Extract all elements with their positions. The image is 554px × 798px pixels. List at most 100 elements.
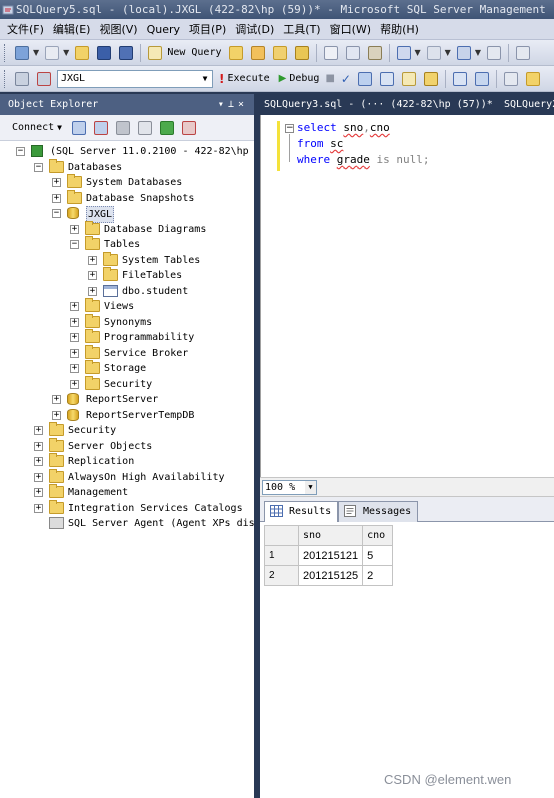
- tree-node[interactable]: + Database Diagrams: [0, 220, 254, 238]
- results-to-text-icon[interactable]: [502, 70, 520, 88]
- expand-icon[interactable]: +: [88, 286, 97, 296]
- close-icon[interactable]: ×: [238, 99, 248, 110]
- code-line[interactable]: from sc: [297, 136, 343, 152]
- expand-icon[interactable]: +: [52, 178, 61, 187]
- find-icon[interactable]: [485, 44, 503, 62]
- row-number-cell[interactable]: 2: [264, 565, 299, 586]
- available-databases-select[interactable]: JXGL ▼: [57, 69, 213, 88]
- column-header-cno[interactable]: cno: [362, 525, 394, 546]
- expand-icon[interactable]: +: [34, 441, 43, 451]
- menu-item[interactable]: 调试(D): [232, 21, 280, 37]
- tree-node[interactable]: + FileTables: [0, 267, 254, 284]
- cell-cno[interactable]: 5: [362, 545, 394, 566]
- expand-icon[interactable]: +: [70, 224, 79, 234]
- tree-node[interactable]: + Security: [0, 422, 254, 439]
- open-file-icon[interactable]: [73, 44, 91, 62]
- chevron-down-icon[interactable]: ▼: [475, 48, 481, 57]
- refresh-icon[interactable]: [158, 119, 176, 137]
- chevron-down-icon[interactable]: ▼: [198, 71, 212, 87]
- row-number-cell[interactable]: 1: [264, 545, 299, 566]
- pin-icon[interactable]: ⊥: [228, 99, 238, 110]
- menu-item[interactable]: 工具(T): [280, 21, 326, 37]
- expand-icon[interactable]: +: [88, 271, 97, 280]
- tree-node[interactable]: + AlwaysOn High Availability: [0, 468, 254, 486]
- paste-icon[interactable]: [366, 44, 384, 62]
- chevron-down-icon[interactable]: ▼: [305, 481, 316, 494]
- tree-node[interactable]: − Databases: [0, 158, 254, 176]
- activity-monitor-icon[interactable]: [180, 119, 198, 137]
- debug-button[interactable]: Debug: [289, 73, 319, 84]
- database-engine-query-icon[interactable]: [227, 44, 245, 62]
- connect-object-explorer-icon[interactable]: [70, 119, 88, 137]
- tab-sqlquery3[interactable]: SQLQuery3.sql - (··· (422-82\hp (57))*: [264, 94, 493, 115]
- tree-node[interactable]: + ReportServerTempDB: [0, 408, 254, 424]
- connect-dropdown-button[interactable]: Connect: [12, 122, 54, 133]
- expand-icon[interactable]: +: [88, 255, 97, 265]
- menu-item[interactable]: 项目(P): [186, 21, 232, 37]
- tree-node[interactable]: + ReportServer: [0, 392, 254, 408]
- collapse-icon[interactable]: −: [285, 124, 294, 133]
- tree-node[interactable]: − JXGL: [0, 206, 254, 223]
- intellisense-icon[interactable]: [422, 70, 440, 88]
- cell-cno[interactable]: 2: [362, 565, 394, 586]
- collapse-icon[interactable]: −: [34, 162, 43, 172]
- tree-node[interactable]: SQL Server Agent (Agent XPs dis: [0, 516, 255, 532]
- mdx-query-icon[interactable]: [271, 44, 289, 62]
- expand-icon[interactable]: +: [34, 503, 43, 513]
- menu-item[interactable]: 窗口(W): [327, 21, 377, 37]
- new-query-icon[interactable]: [146, 44, 164, 62]
- expand-icon[interactable]: +: [70, 333, 79, 342]
- collapse-icon[interactable]: −: [16, 147, 25, 156]
- undo-icon[interactable]: [395, 44, 413, 62]
- column-header-sno[interactable]: sno: [297, 525, 364, 546]
- stop-icon[interactable]: [114, 119, 132, 137]
- expand-icon[interactable]: +: [70, 348, 79, 358]
- toolbar-grip[interactable]: [4, 43, 7, 62]
- disconnect-object-explorer-icon[interactable]: [92, 119, 110, 137]
- results-to-grid-icon[interactable]: [524, 70, 542, 88]
- expand-icon[interactable]: +: [70, 364, 79, 373]
- filter-icon[interactable]: [136, 119, 154, 137]
- tree-node[interactable]: + Service Broker: [0, 344, 254, 362]
- tree-node[interactable]: + Integration Services Catalogs: [0, 499, 254, 517]
- table-row[interactable]: 1 201215121 5: [264, 545, 394, 566]
- results-grid[interactable]: sno cno 1 201215121 5 2 201215125 2: [264, 525, 394, 586]
- expand-icon[interactable]: +: [70, 317, 79, 327]
- expand-icon[interactable]: +: [34, 488, 43, 497]
- cell-sno[interactable]: 201215125: [297, 565, 364, 586]
- expand-icon[interactable]: +: [34, 457, 43, 466]
- dmx-query-icon[interactable]: [293, 44, 311, 62]
- tree-node[interactable]: + Views: [0, 298, 254, 315]
- expand-icon[interactable]: +: [34, 426, 43, 435]
- parse-icon[interactable]: ✓: [341, 72, 351, 86]
- code-line[interactable]: where grade is null;: [297, 152, 429, 168]
- cancel-query-icon[interactable]: ■: [325, 73, 334, 84]
- query-editor[interactable]: − select sno,cno from sc where grade is nu…: [260, 115, 554, 477]
- tree-node[interactable]: − (SQL Server 11.0.2100 - 422-82\hp: [0, 144, 254, 160]
- menu-item[interactable]: 编辑(E): [50, 21, 97, 37]
- chevron-down-icon[interactable]: ▼: [57, 123, 62, 132]
- copy-icon[interactable]: [344, 44, 362, 62]
- expand-icon[interactable]: +: [70, 302, 79, 311]
- tree-node[interactable]: + dbo.student: [0, 284, 254, 300]
- table-row[interactable]: 2 201215125 2: [264, 565, 394, 586]
- toolbar-grip[interactable]: [4, 69, 7, 88]
- collapse-icon[interactable]: −: [70, 240, 79, 249]
- cell-sno[interactable]: 201215121: [297, 545, 364, 566]
- save-icon[interactable]: [95, 44, 113, 62]
- new-project-icon[interactable]: [13, 44, 31, 62]
- expand-icon[interactable]: +: [52, 193, 61, 203]
- tree-node[interactable]: + Security: [0, 375, 254, 393]
- expand-icon[interactable]: +: [70, 379, 79, 389]
- redo-icon[interactable]: [425, 44, 443, 62]
- menu-item[interactable]: 文件(F): [4, 21, 50, 37]
- tab-sqlquery2[interactable]: SQLQuery2: [504, 94, 554, 115]
- new-query-button[interactable]: New Query: [167, 47, 221, 58]
- debug-icon[interactable]: ▶: [279, 73, 287, 84]
- tab-messages[interactable]: Messages: [338, 501, 419, 522]
- chevron-down-icon[interactable]: ▼: [415, 48, 421, 57]
- tree-node[interactable]: + Synonyms: [0, 313, 254, 331]
- menu-item[interactable]: 视图(V): [96, 21, 143, 37]
- tree-node[interactable]: − Tables: [0, 236, 254, 253]
- chevron-down-icon[interactable]: ▼: [63, 48, 69, 57]
